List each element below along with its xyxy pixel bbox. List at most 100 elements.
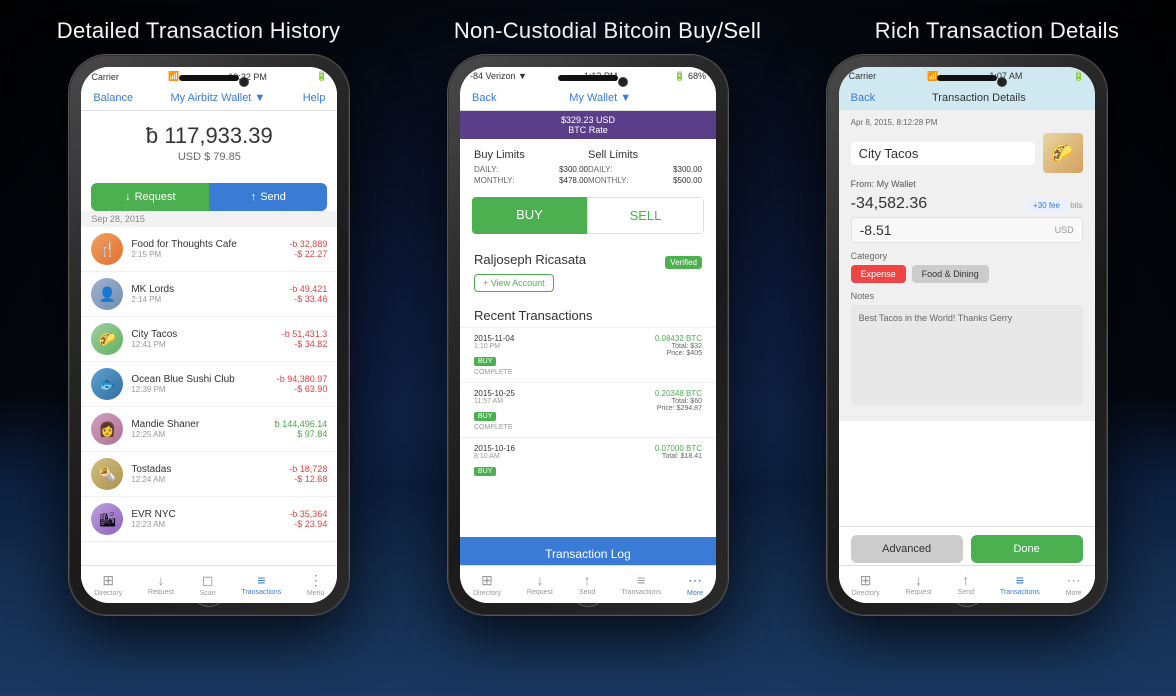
phone-1-wrapper: Carrier 📶 10:32 PM 🔋 Balance My Airbitz … <box>69 55 349 615</box>
p2-tx-3-time: 8:10 AM <box>474 453 529 460</box>
p2-tx-item-3[interactable]: 2015-10-16 8:10 AM BUY 0.07000 BTC Total… <box>460 437 716 484</box>
p2-buy-daily-label: DAILY: <box>474 165 498 174</box>
p1-tx-sushi[interactable]: 🐟 Ocean Blue Sushi Club 12:39 PM -b 94,3… <box>81 362 337 407</box>
p3-nav-more[interactable]: ⋯ More <box>1062 570 1086 599</box>
p1-tx-food-info: Food for Thoughts Cafe 2:15 PM <box>131 239 289 259</box>
p1-send-button[interactable]: ↑ Send <box>209 183 327 211</box>
p2-directory-icon: ⊞ <box>481 572 493 589</box>
p2-status-bar: -84 Verizon ▼ 1:13 PM 🔋 68% <box>460 67 716 86</box>
p1-tx-mk-btc: -b 49,421 <box>289 284 327 294</box>
p2-nav-request[interactable]: ↓ Request <box>523 570 557 599</box>
p2-sell-limits-title: Sell Limits <box>588 149 702 161</box>
p1-tx-tostadas-usd: -$ 12.68 <box>289 474 327 484</box>
p2-nav-directory[interactable]: ⊞ Directory <box>469 570 505 599</box>
p1-tx-mandie-amounts: ƀ 144,496.14 $ 97.84 <box>275 419 328 439</box>
p1-request-nav-icon: ↓ <box>157 572 164 588</box>
p1-tx-sushi-btc: -b 94,380.97 <box>277 374 328 384</box>
p1-menu-label: Menu <box>307 590 325 597</box>
p1-tx-evr[interactable]: 🏙 EVR NYC 12:23 AM -b 35,364 -$ 23.94 <box>81 497 337 542</box>
p3-done-button[interactable]: Done <box>971 535 1083 563</box>
p2-send-icon: ↑ <box>584 572 591 588</box>
p3-request-label: Request <box>906 589 932 596</box>
p1-balance-link[interactable]: Balance <box>93 92 133 104</box>
p1-nav-transactions[interactable]: ≡ Transactions <box>237 570 285 599</box>
p3-transactions-icon: ≡ <box>1016 572 1024 588</box>
p3-btc-value: -34,582.36 <box>851 195 928 212</box>
p3-notes-box[interactable]: Best Tacos in the World! Thanks Gerry <box>851 305 1083 405</box>
p3-send-icon: ↑ <box>962 572 969 588</box>
p1-tx-mk[interactable]: 👤 MK Lords 2:14 PM -b 49,421 -$ 33.46 <box>81 272 337 317</box>
p2-nav-transactions[interactable]: ≡ Transactions <box>617 570 665 599</box>
p1-transactions-icon: ≡ <box>257 572 265 588</box>
p3-request-icon: ↓ <box>915 572 922 588</box>
p2-sell-monthly-label: MONTHLY: <box>588 176 628 185</box>
p2-tx-1-date-col: 2015-11-04 1:10 PM BUY COMPLETE <box>474 334 529 376</box>
p1-tx-tostadas-btc: -b 18,728 <box>289 464 327 474</box>
p2-tx-3-date: 2015-10-16 <box>474 444 529 453</box>
phone-2-screen: -84 Verizon ▼ 1:13 PM 🔋 68% Back My Wall… <box>460 67 716 603</box>
p3-nav-directory[interactable]: ⊞ Directory <box>848 570 884 599</box>
p1-nav-menu[interactable]: ⋮ Menu <box>303 570 329 599</box>
p1-send-icon: ↑ <box>251 191 257 203</box>
p1-tx-food[interactable]: 🍴 Food for Thoughts Cafe 2:15 PM -b 32,8… <box>81 227 337 272</box>
p1-wallet-title[interactable]: My Airbitz Wallet ▼ <box>170 92 265 104</box>
p3-transactions-label: Transactions <box>1000 589 1040 596</box>
p2-back-button[interactable]: Back <box>472 92 496 104</box>
p1-nav-directory[interactable]: ⊞ Directory <box>90 570 126 599</box>
p1-tx-tostadas-icon: 🌯 <box>91 458 123 490</box>
p1-tx-mandie[interactable]: 👩 Mandie Shaner 12:25 AM ƀ 144,496.14 $ … <box>81 407 337 452</box>
p3-nav-request[interactable]: ↓ Request <box>902 570 936 599</box>
p3-category-row: Expense Food & Dining <box>851 265 1083 283</box>
p1-tx-sushi-time: 12:39 PM <box>131 385 276 394</box>
p1-nav-request[interactable]: ↓ Request <box>144 570 178 599</box>
p3-directory-label: Directory <box>852 590 880 597</box>
p1-menu-icon: ⋮ <box>309 572 323 589</box>
p2-tx-item-1[interactable]: 2015-11-04 1:10 PM BUY COMPLETE 0.08432 … <box>460 327 716 382</box>
p3-fee-unit: bits <box>1070 201 1082 210</box>
p1-transactions-list: 🍴 Food for Thoughts Cafe 2:15 PM -b 32,8… <box>81 227 337 542</box>
p1-tx-sushi-icon: 🐟 <box>91 368 123 400</box>
p1-tx-evr-usd: -$ 23.94 <box>289 519 327 529</box>
p2-recent-transactions-title: Recent Transactions <box>460 300 716 327</box>
p3-send-label: Send <box>958 589 974 596</box>
p1-tx-evr-amounts: -b 35,364 -$ 23.94 <box>289 509 327 529</box>
p3-fee-amount: +30 fee <box>1027 199 1068 212</box>
p3-advanced-button[interactable]: Advanced <box>851 535 963 563</box>
p1-tx-mk-name: MK Lords <box>131 284 289 295</box>
p3-nav-transactions[interactable]: ≡ Transactions <box>996 570 1044 599</box>
p2-buy-limits: Buy Limits DAILY: $300.00 MONTHLY: $478.… <box>474 149 588 187</box>
p2-tx-1-total: Total: $32 <box>529 343 702 350</box>
p3-food-dining-category[interactable]: Food & Dining <box>912 265 989 283</box>
p2-tx-item-2[interactable]: 2015-10-25 11:57 AM BUY COMPLETE 0.20348… <box>460 382 716 437</box>
title-2: Non-Custodial Bitcoin Buy/Sell <box>454 18 761 44</box>
p1-tx-tacos[interactable]: 🌮 City Tacos 12:41 PM -b 51,431.3 -$ 34.… <box>81 317 337 362</box>
p1-tx-sushi-usd: -$ 63.90 <box>277 384 328 394</box>
p3-wifi-icon: 📶 <box>927 71 938 82</box>
p3-nav-send[interactable]: ↑ Send <box>954 570 978 599</box>
p1-btc-balance: ƀ 117,933.39 <box>91 123 327 149</box>
p2-transactions-icon: ≡ <box>637 572 645 588</box>
p3-expense-category[interactable]: Expense <box>851 265 906 283</box>
p2-nav-send[interactable]: ↑ Send <box>575 570 599 599</box>
p2-buy-sell-buttons: BUY SELL <box>472 197 704 234</box>
p3-back-button[interactable]: Back <box>851 92 875 104</box>
p1-request-icon: ↓ <box>125 191 131 203</box>
p2-view-account-button[interactable]: + View Account <box>474 274 554 292</box>
p2-more-icon: ⋯ <box>688 572 702 589</box>
p2-nav-more[interactable]: ⋯ More <box>683 570 707 599</box>
p1-tx-tostadas[interactable]: 🌯 Tostadas 12:24 AM -b 18,728 -$ 12.68 <box>81 452 337 497</box>
p2-buy-monthly-row: MONTHLY: $478.00 <box>474 176 588 185</box>
phone-1-screen: Carrier 📶 10:32 PM 🔋 Balance My Airbitz … <box>81 67 337 603</box>
p1-nav-scan[interactable]: ◻ Scan <box>196 570 220 599</box>
p3-merchant-name: City Tacos <box>851 142 1035 165</box>
p2-send-label: Send <box>579 589 595 596</box>
p2-tx-2-price: Price: $294.87 <box>529 405 702 412</box>
p2-sell-button[interactable]: SELL <box>587 197 704 234</box>
p1-request-button[interactable]: ↓ Request <box>91 183 209 211</box>
p2-sell-daily-val: $300.00 <box>673 165 702 174</box>
p1-balance-section: ƀ 117,933.39 USD $ 79.85 <box>81 111 337 173</box>
p2-wallet-title[interactable]: My Wallet ▼ <box>569 92 631 104</box>
p1-help-link[interactable]: Help <box>303 92 326 104</box>
p3-more-icon: ⋯ <box>1067 572 1081 589</box>
p2-buy-button[interactable]: BUY <box>472 197 587 234</box>
